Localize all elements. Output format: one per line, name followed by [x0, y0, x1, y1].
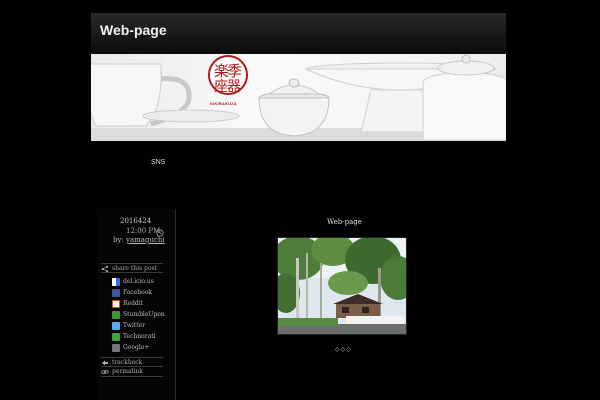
- stumbleupon-icon: [112, 311, 120, 319]
- delicious-icon: [112, 278, 120, 286]
- forest-house-image: [278, 238, 406, 334]
- share-delicious[interactable]: del.icio.us: [112, 278, 172, 287]
- share-twitter-label: Twitter: [123, 322, 146, 329]
- permalink-link[interactable]: permalink: [101, 367, 163, 377]
- svg-text:器: 器: [227, 79, 241, 95]
- author-link[interactable]: yamaguchi: [126, 236, 165, 244]
- share-facebook[interactable]: Facebook: [112, 289, 172, 298]
- post-photo[interactable]: [277, 237, 407, 335]
- post-byline: by: yamaguchi: [113, 236, 165, 244]
- header-banner: 楽 季 座 器 KIKIRAKUZA: [91, 54, 506, 141]
- share-icon: [101, 265, 109, 273]
- share-twitter[interactable]: Twitter: [112, 322, 172, 331]
- post-date: 2016424: [120, 217, 152, 225]
- reddit-icon: [112, 300, 120, 308]
- share-stumbleupon[interactable]: StumbleUpon: [112, 311, 172, 320]
- svg-text:季: 季: [227, 62, 242, 80]
- byline-label: by:: [113, 236, 124, 244]
- share-reddit-label: Reddit: [123, 300, 144, 307]
- trackback-link[interactable]: trackback: [101, 357, 163, 367]
- share-this-post[interactable]: share this post: [101, 263, 163, 273]
- site-header: Web-page: [91, 13, 506, 54]
- share-technorati-label: Technorati: [123, 333, 156, 340]
- share-delicious-label: del.icio.us: [123, 278, 154, 285]
- link-icon: [101, 370, 109, 374]
- site-title[interactable]: Web-page: [100, 22, 167, 38]
- share-googleplus[interactable]: Google+: [112, 344, 172, 353]
- technorati-icon: [112, 333, 120, 341]
- trackback-label: trackback: [112, 359, 143, 366]
- share-reddit[interactable]: Reddit: [112, 300, 172, 309]
- googleplus-icon: [112, 344, 120, 352]
- sns-label[interactable]: SNS: [151, 159, 165, 166]
- trackback-icon: [102, 360, 108, 366]
- image-caption: ◇◇◇: [335, 346, 352, 353]
- facebook-icon: [112, 289, 120, 297]
- share-label: share this post: [112, 265, 157, 272]
- permalink-label: permalink: [112, 368, 143, 375]
- svg-text:座: 座: [214, 79, 228, 95]
- share-facebook-label: Facebook: [123, 289, 152, 296]
- post-title[interactable]: Web-page: [327, 218, 362, 226]
- share-stumbleupon-label: StumbleUpon: [123, 311, 165, 318]
- tableware-banner-image: 楽 季 座 器: [91, 54, 506, 141]
- share-googleplus-label: Google+: [123, 344, 150, 351]
- share-technorati[interactable]: Technorati: [112, 333, 172, 342]
- twitter-icon: [112, 322, 120, 330]
- logo-caption: KIKIRAKUZA: [210, 101, 237, 106]
